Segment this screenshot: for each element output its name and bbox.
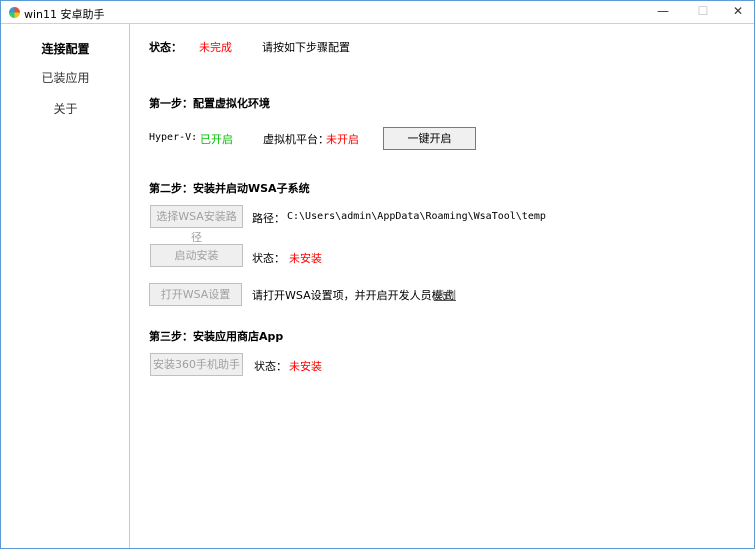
start-install-button[interactable]: 启动安装 — [150, 244, 243, 267]
vm-platform-label: 虚拟机平台： — [263, 133, 329, 146]
close-button[interactable]: ✕ — [728, 4, 748, 20]
wsa-status-label: 状态： — [252, 252, 285, 265]
status-hint: 请按如下步骤配置 — [262, 41, 350, 54]
wsa-status-value: 未安装 — [289, 252, 322, 265]
minimize-button[interactable]: — — [653, 4, 673, 20]
settings-hint: 请打开WSA设置项，并开启开发人员模式 — [252, 289, 454, 302]
step3-title: 第三步：安装应用商店App — [149, 330, 284, 343]
title-bar: win11 安卓助手 — ☐ ✕ — [1, 1, 754, 24]
window-title: win11 安卓助手 — [24, 8, 105, 21]
maximize-button[interactable]: ☐ — [693, 4, 713, 20]
sidebar-item-about[interactable]: 关于 — [1, 100, 130, 117]
status-value: 未完成 — [199, 41, 232, 54]
path-label: 路径： — [252, 212, 285, 225]
step2-title: 第二步：安装并启动WSA子系统 — [149, 182, 310, 195]
store-status-value: 未安装 — [289, 360, 322, 373]
store-status-label: 状态： — [254, 360, 287, 373]
status-label: 状态： — [149, 41, 182, 54]
sidebar: 连接配置 已装应用 关于 — [1, 24, 130, 548]
step1-title: 第一步：配置虚拟化环境 — [149, 97, 270, 110]
hyperv-label: Hyper-V: — [149, 132, 198, 143]
sidebar-item-installed-apps[interactable]: 已装应用 — [1, 69, 130, 86]
hyperv-status: 已开启 — [200, 133, 233, 146]
vm-platform-status: 未开启 — [326, 133, 359, 146]
app-window: win11 安卓助手 — ☐ ✕ 连接配置 已装应用 关于 状态： 未完成 请按… — [0, 0, 755, 549]
sidebar-item-connection-config[interactable]: 连接配置 — [1, 40, 130, 57]
install-360-button[interactable]: 安装360手机助手 — [150, 353, 243, 376]
open-wsa-settings-button[interactable]: 打开WSA设置 — [149, 283, 242, 306]
app-logo-icon — [9, 7, 20, 18]
select-wsa-path-button[interactable]: 选择WSA安装路径 — [150, 205, 243, 244]
path-value: C:\Users\admin\AppData\Roaming\WsaTool\t… — [287, 211, 546, 222]
enable-all-button[interactable]: 一键开启 — [383, 127, 476, 150]
example-link[interactable]: 示例 — [434, 287, 456, 303]
